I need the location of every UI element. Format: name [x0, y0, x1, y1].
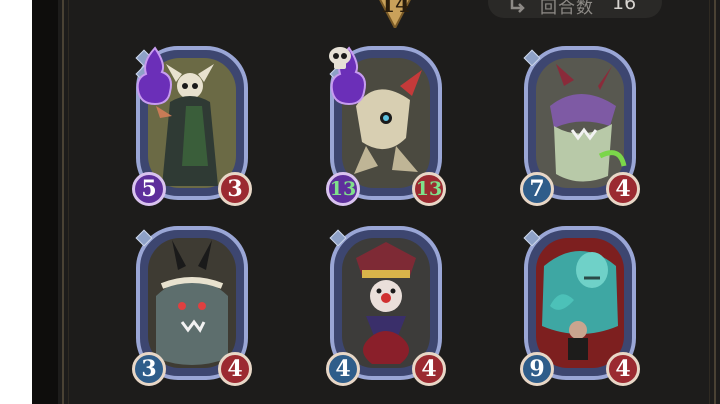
attack-stat: 4	[326, 352, 360, 386]
attack-stat: 9	[520, 352, 554, 386]
board-left-edge	[32, 0, 58, 404]
health-stat: 4	[218, 352, 252, 386]
turn-counter-label: 回合数	[540, 0, 594, 18]
minion-card-jester[interactable]: 4 4	[326, 226, 446, 388]
attack-stat: 13	[326, 172, 360, 206]
swap-arrows-icon	[508, 0, 530, 14]
minion-card-necromancer[interactable]: 5 3	[132, 46, 252, 208]
health-stat: 4	[606, 172, 640, 206]
attack-stat: 3	[132, 352, 166, 386]
skull-icon	[329, 47, 351, 69]
minion-card-bone-dragon[interactable]: 13 13	[326, 46, 446, 208]
attack-stat: 7	[520, 172, 554, 206]
health-stat: 3	[218, 172, 252, 206]
left-margin	[0, 0, 32, 404]
minion-card-serpent-demon[interactable]: 7 4	[520, 46, 640, 208]
minion-card-spirit-giant[interactable]: 9 4	[520, 226, 640, 388]
health-stat: 4	[412, 352, 446, 386]
turn-counter-value: 16	[612, 0, 637, 14]
purple-flame-icon	[136, 46, 172, 106]
attack-stat: 5	[132, 172, 166, 206]
turn-number: 14	[379, 0, 411, 18]
health-stat: 13	[412, 172, 446, 206]
health-stat: 4	[606, 352, 640, 386]
minion-card-horned-beast[interactable]: 3 4	[132, 226, 252, 388]
